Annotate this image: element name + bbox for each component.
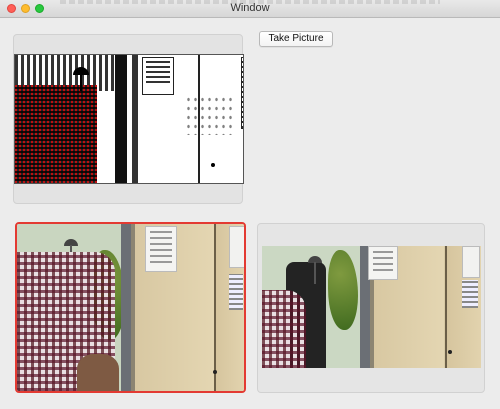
threshold-paper-side bbox=[241, 57, 243, 129]
picture-paper-side bbox=[462, 246, 480, 278]
picture-person-shirt bbox=[262, 290, 306, 368]
threshold-image[interactable] bbox=[14, 54, 244, 184]
window-titlebar[interactable]: Window bbox=[0, 0, 500, 18]
threshold-pole-edge bbox=[132, 55, 138, 183]
camera-person-arm bbox=[77, 354, 119, 391]
camera-paper-side bbox=[229, 226, 244, 268]
camera-door-knob bbox=[213, 370, 217, 374]
threshold-door-knob bbox=[211, 163, 215, 167]
threshold-pole bbox=[115, 55, 127, 183]
camera-pole bbox=[121, 224, 131, 391]
captured-picture-image[interactable] bbox=[262, 246, 481, 368]
take-picture-button[interactable]: Take Picture bbox=[259, 31, 333, 47]
picture-lamp-stem bbox=[314, 262, 316, 284]
camera-paper-schedule bbox=[229, 274, 243, 310]
live-camera-image[interactable] bbox=[17, 224, 244, 391]
picture-paper-note bbox=[368, 246, 398, 280]
window-title: Window bbox=[230, 2, 270, 14]
threshold-paper-note bbox=[142, 57, 174, 95]
threshold-noise bbox=[185, 95, 235, 135]
threshold-person-region bbox=[15, 85, 97, 183]
threshold-door-seam bbox=[198, 55, 200, 183]
picture-paper-schedule bbox=[462, 280, 478, 308]
threshold-lamp-stem bbox=[80, 73, 82, 91]
picture-door-knob bbox=[448, 350, 452, 354]
camera-paper-note bbox=[145, 226, 177, 272]
